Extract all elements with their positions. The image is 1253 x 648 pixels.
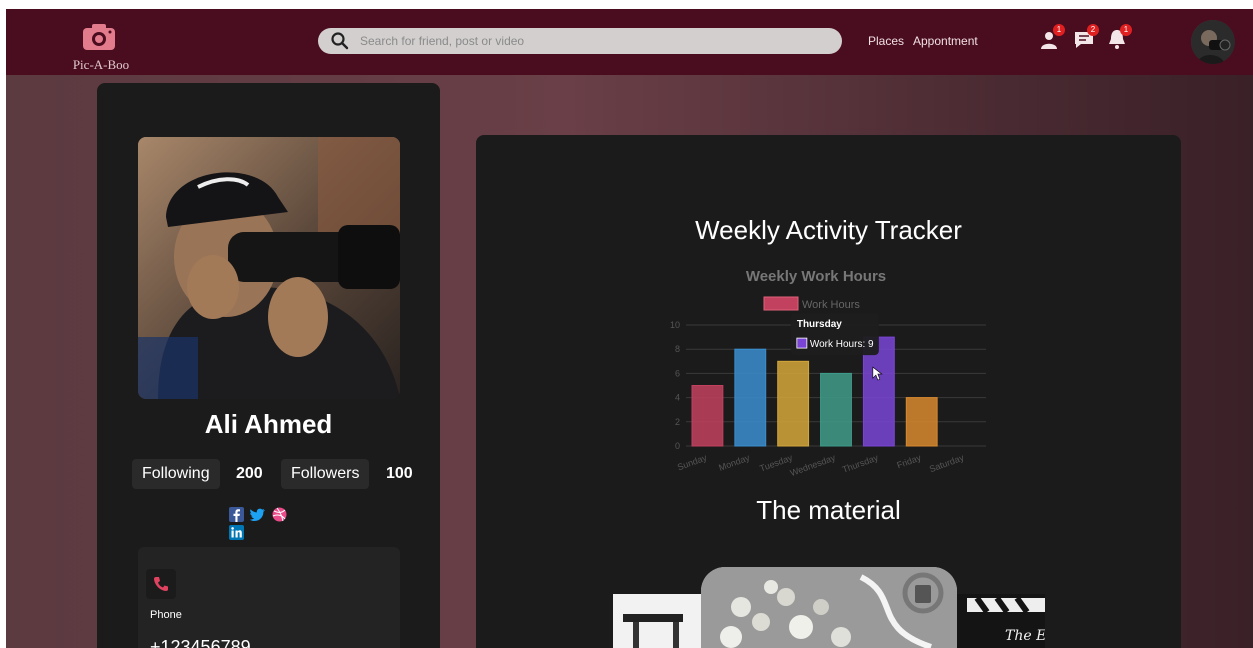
dribbble-icon[interactable] [272,507,287,522]
twitter-icon[interactable] [250,507,266,522]
y-tick-label: 0 [675,441,680,451]
user-avatar[interactable] [1191,20,1235,64]
activity-panel: Weekly Activity Tracker Weekly Work Hour… [476,135,1181,648]
tooltip-swatch [796,337,808,349]
bar-wednesday [820,372,852,447]
material-image-1 [613,594,705,648]
chart-title: Weekly Work Hours [746,268,886,285]
notifications-button[interactable]: 1 [1105,24,1132,51]
followers-label[interactable]: Followers [281,459,370,489]
y-tick-label: 6 [675,368,680,378]
material-thumbnail-2[interactable] [701,567,957,648]
logo[interactable]: Pic-A-Boo [56,17,146,73]
phone-number: +123456789 [150,637,251,648]
svg-text:The E: The E [1005,628,1045,644]
messages-button[interactable]: 2 [1072,24,1099,51]
search-bar[interactable] [318,28,842,54]
profile-name: Ali Ahmed [204,409,333,439]
x-tick-label: Wednesday [789,452,837,478]
following-count: 200 [236,465,263,482]
bar-monday [734,348,767,447]
avatar-image [1191,20,1235,64]
page: Pic-A-Boo Places Appontment 1 2 [6,9,1253,648]
profile-card: Ali Ahmed Following 200 Followers 100 Ph… [97,83,440,648]
search-input[interactable] [360,31,820,51]
phone-button[interactable] [146,569,176,599]
logo-text: Pic-A-Boo [72,57,130,72]
bar-tuesday [777,360,810,447]
search-icon[interactable] [330,31,350,51]
contact-card: Phone +123456789 [138,547,400,648]
bar-sunday [691,385,724,447]
material-image-3: The E [957,594,1045,648]
phone-label: Phone [150,609,182,621]
y-tick-label: 10 [670,320,680,330]
social-links [229,507,309,540]
phone-icon [154,577,168,591]
legend-swatch [763,296,799,311]
nav-link-appointment[interactable]: Appontment [913,34,978,48]
messages-badge: 2 [1087,24,1099,36]
legend-label: Work Hours [802,299,860,311]
x-tick-label: Monday [717,452,751,473]
material-thumbnail-1[interactable] [613,594,705,648]
tooltip-title: Thursday [797,319,842,330]
activity-title: Weekly Activity Tracker [695,215,962,245]
notifications-badge: 1 [1120,24,1132,36]
material-thumbnail-3[interactable]: The E [957,594,1045,648]
followers-count: 100 [386,465,413,482]
bar-friday [905,397,938,447]
material-image-2 [701,567,957,648]
profile-photo [138,137,400,399]
tooltip-label: Work Hours: 9 [810,339,874,350]
x-tick-label: Thursday [841,452,880,474]
nav-link-places[interactable]: Places [868,34,904,48]
x-tick-label: Friday [895,452,922,470]
photographer-image [138,137,400,399]
y-tick-label: 8 [675,344,680,354]
camera-logo-icon [83,24,115,50]
following-label[interactable]: Following [132,459,220,489]
y-tick-label: 4 [675,393,680,403]
weekly-work-hours-chart[interactable]: Weekly Work Hours Work Hours 0 2 4 6 8 10 Sunday… [656,261,996,481]
friend-requests-button[interactable]: 1 [1038,24,1065,51]
y-tick-label: 2 [675,417,680,427]
facebook-icon[interactable] [229,507,244,522]
x-tick-label: Sunday [676,452,709,472]
x-tick-label: Saturday [928,452,966,474]
linkedin-icon[interactable] [229,525,244,540]
top-navbar: Pic-A-Boo Places Appontment 1 2 [6,9,1253,75]
material-title: The material [756,495,901,525]
friend-requests-badge: 1 [1053,24,1065,36]
